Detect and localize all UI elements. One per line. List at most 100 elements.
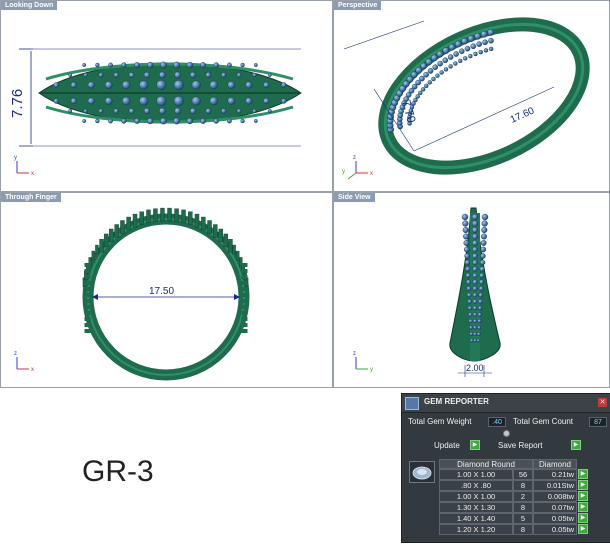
gem-dot [481,226,488,234]
gem-dot [240,118,245,124]
gem-dot [420,62,428,70]
viewport-tab-through-finger[interactable]: Through Finger [1,193,61,202]
gem-dot [472,259,478,266]
gem-dot [53,82,59,88]
gem-dot [147,61,154,69]
prong [84,269,88,273]
gem-dot [480,253,486,259]
gem-reporter-logo-icon [405,397,419,410]
gem-dot [472,292,478,298]
gem-reporter-titlebar[interactable]: GEM REPORTER ✕ [402,394,610,413]
gem-dot [453,51,459,57]
gem-dot [462,220,469,227]
gem-dot [267,109,272,113]
gem-row-select-button[interactable]: ▶ [578,502,588,512]
viewport-tab-side-view[interactable]: Side View [334,193,375,202]
axis-y-label: y [342,169,345,175]
gem-dot [186,117,193,125]
gem-dot [488,46,494,52]
gem-dot [189,107,197,115]
total-gem-weight-label: Total Gem Weight [408,417,472,426]
gem-dot [70,97,77,105]
gem-dot [479,259,486,266]
gem-dot [128,72,135,78]
gem-dot [425,58,433,66]
gem-dot [472,286,478,291]
gem-dot [468,318,473,324]
gem-dot [447,54,454,60]
prong [87,311,91,315]
gem-dot [174,71,182,79]
gem-dot [121,96,131,106]
prong [244,275,248,279]
prong [84,305,88,309]
gem-dot [143,107,151,115]
gem-dot [252,72,257,78]
gem-dot [472,240,478,246]
gem-reporter-panel[interactable]: GEM REPORTER ✕ Total Gem Weight .40 Tota… [401,393,610,543]
prong [87,269,91,273]
viewport-through-finger[interactable]: 17.50 z x Through Finger [0,192,333,388]
gem-dot [418,90,423,96]
gem-row-select-button[interactable]: ▶ [578,491,588,501]
gem-dot [267,73,272,77]
gem-dot [463,56,468,61]
viewport-side-view[interactable]: 2.00 z y Side View [333,192,610,388]
viewport-looking-down[interactable]: 7.76 y x Looking Down [0,0,333,192]
gem-row-select-button[interactable]: ▶ [578,524,588,534]
gem-dot [431,76,436,82]
gem-dot [454,40,462,48]
gem-dot [439,70,444,75]
save-report-button[interactable]: ▶ [571,440,581,450]
total-gem-count-value[interactable]: 87 [589,417,607,427]
prong [91,250,96,261]
gem-dot [104,97,113,105]
prong [207,220,212,234]
gem-dot [488,37,494,44]
gem-dot [205,108,212,114]
prong [84,275,88,279]
gem-dot [70,81,77,89]
gem-row-select-button[interactable]: ▶ [578,513,588,523]
gem-dot [465,266,471,272]
gem-row-weight: 0.05tw [533,513,577,524]
prong [244,269,248,273]
viewport-tab-perspective[interactable]: Perspective [334,1,382,10]
close-icon[interactable]: ✕ [598,398,607,407]
gem-dot [113,108,119,114]
gem-dot [448,64,453,69]
gem-row-select-button[interactable]: ▶ [578,469,588,479]
axis-x-label: x [31,367,34,373]
gem-dot [473,338,477,343]
prong [241,281,245,285]
prong [244,263,248,267]
viewport-perspective[interactable]: 7.70 17.60 z y x Perspective [333,0,610,192]
gem-dot [471,226,479,234]
gem-dot [213,62,219,68]
gem-dot [477,318,482,324]
gem-dot [173,61,180,69]
gem-dot [480,246,487,253]
gem-dot [477,325,482,330]
viewport-tab-looking-down[interactable]: Looking Down [1,1,58,10]
diamond-round-thumbnail[interactable] [409,461,435,483]
expand-toggle-icon[interactable] [503,430,510,437]
gem-row-weight: 0.05tw [533,524,577,535]
dimension-shank-width: 2.00 [466,363,484,373]
gem-dot [227,118,232,124]
gem-dot [83,72,88,78]
update-button[interactable]: ▶ [470,440,480,450]
gem-row-select-button[interactable]: ▶ [578,480,588,490]
gem-row-size: 1.00 X 1.00 [439,491,513,502]
gem-dot [427,68,434,74]
axis-x-label: x [31,171,34,177]
prong [146,209,151,224]
gem-dot [465,272,471,279]
axis-y-label: y [14,155,17,161]
total-gem-weight-value[interactable]: .40 [488,417,506,427]
gem-dot [415,94,420,99]
gem-dot [443,67,449,72]
gem-dot [472,318,478,324]
gem-dot [472,266,478,272]
gem-dot [463,240,470,246]
